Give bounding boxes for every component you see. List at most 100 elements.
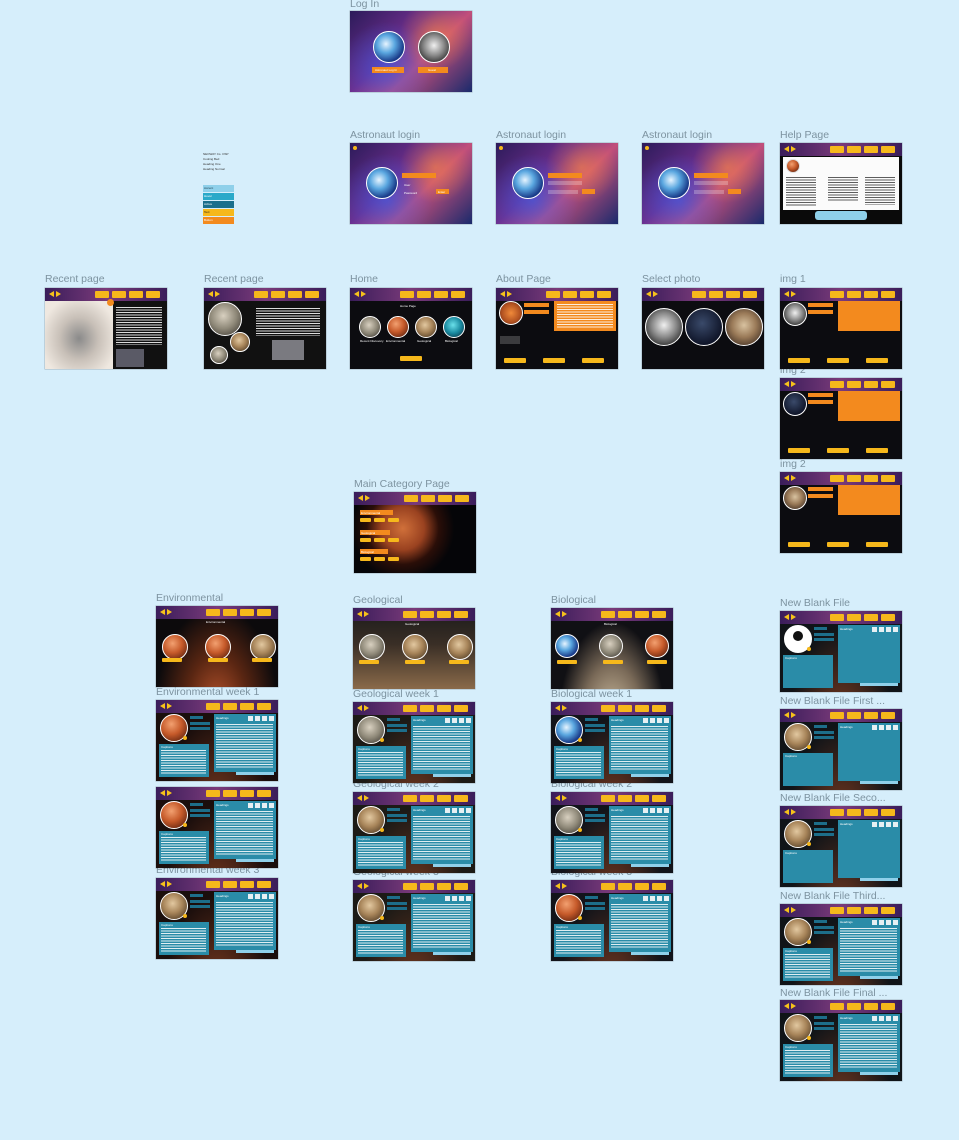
nav-button[interactable] — [847, 1003, 861, 1010]
nav-button[interactable] — [635, 795, 649, 802]
week-button[interactable] — [360, 557, 371, 561]
nav-button[interactable] — [305, 291, 319, 298]
forward-arrow-icon[interactable] — [507, 291, 512, 297]
forward-arrow-icon[interactable] — [562, 611, 567, 617]
nav-button[interactable] — [438, 495, 452, 502]
forward-arrow-icon[interactable] — [562, 795, 567, 801]
user-field[interactable] — [694, 181, 728, 185]
week-button[interactable] — [388, 518, 399, 522]
back-arrow-icon[interactable] — [160, 881, 165, 887]
nav-button[interactable] — [206, 703, 220, 710]
toolbar-icon[interactable] — [879, 822, 884, 827]
nav-button[interactable] — [830, 291, 844, 298]
headings-panel[interactable]: Headings — [214, 801, 276, 859]
add-photo-icon[interactable] — [380, 828, 384, 832]
headings-panel[interactable]: Headings — [411, 806, 473, 864]
password-field[interactable] — [694, 190, 724, 194]
toolbar-icon[interactable] — [452, 896, 457, 901]
toolbar-icon[interactable] — [459, 896, 464, 901]
frame-env-week-3[interactable]: Captions Headings — [156, 878, 278, 959]
forward-arrow-icon[interactable] — [653, 291, 658, 297]
back-arrow-icon[interactable] — [357, 795, 362, 801]
nav-button[interactable] — [437, 883, 451, 890]
nav-button[interactable] — [652, 705, 666, 712]
toolbar-icon[interactable] — [262, 716, 267, 721]
home-action-button[interactable] — [400, 356, 422, 361]
frame-home[interactable]: Home Page Recent Discovery Environmental… — [350, 288, 472, 369]
nav-button[interactable] — [881, 1003, 895, 1010]
frame-geological[interactable]: Geological — [353, 608, 475, 689]
tag-chip[interactable] — [814, 833, 834, 836]
nav-button[interactable] — [437, 795, 451, 802]
nav-button[interactable] — [400, 291, 414, 298]
nav-button[interactable] — [864, 381, 878, 388]
section-environmental[interactable]: Environmental — [360, 510, 393, 515]
toolbar-icon[interactable] — [255, 894, 260, 899]
nav-button[interactable] — [618, 611, 632, 618]
tag-chip[interactable] — [814, 1027, 834, 1030]
captions-panel[interactable]: Captions — [783, 655, 833, 688]
tag-chip[interactable] — [190, 905, 210, 908]
add-photo-icon[interactable] — [807, 940, 811, 944]
captions-panel[interactable]: Captions — [356, 924, 406, 957]
category-geological-image[interactable] — [415, 316, 437, 338]
toolbar-icon[interactable] — [255, 716, 260, 721]
back-icon[interactable] — [645, 146, 649, 150]
nav-button[interactable] — [129, 291, 143, 298]
nav-button[interactable] — [847, 291, 861, 298]
frame-main-category[interactable]: Environmental Geological Biological — [354, 492, 476, 573]
captions-panel[interactable]: Captions — [356, 836, 406, 869]
nav-button[interactable] — [635, 611, 649, 618]
add-photo-icon[interactable] — [183, 914, 187, 918]
nav-button[interactable] — [420, 611, 434, 618]
nav-button[interactable] — [743, 291, 757, 298]
nav-button[interactable] — [652, 611, 666, 618]
toolbar-icon[interactable] — [657, 808, 662, 813]
nav-button[interactable] — [403, 611, 417, 618]
save-button[interactable] — [631, 864, 669, 867]
about-button[interactable] — [543, 358, 565, 363]
nav-button[interactable] — [454, 795, 468, 802]
toolbar-icon[interactable] — [269, 716, 274, 721]
category-recent-image[interactable] — [359, 316, 381, 338]
back-arrow-icon[interactable] — [784, 146, 789, 152]
week-button[interactable] — [360, 538, 371, 542]
nav-button[interactable] — [601, 795, 615, 802]
toolbar-icon[interactable] — [879, 920, 884, 925]
captions-panel[interactable]: Captions — [159, 922, 209, 955]
toolbar-icon[interactable] — [893, 725, 898, 730]
nav-button[interactable] — [223, 881, 237, 888]
add-photo-icon[interactable] — [807, 842, 811, 846]
about-button[interactable] — [827, 358, 849, 363]
tag-chip[interactable] — [190, 814, 210, 817]
tag-chip[interactable] — [814, 926, 834, 929]
about-button[interactable] — [788, 448, 810, 453]
tag-chip[interactable] — [387, 902, 407, 905]
week-1-image[interactable] — [555, 634, 579, 658]
photo-option-astronaut[interactable] — [645, 308, 683, 346]
astronaut-planet-image[interactable] — [373, 31, 405, 63]
recent-image-small-1[interactable] — [230, 332, 250, 352]
nav-button[interactable] — [864, 1003, 878, 1010]
nav-button[interactable] — [95, 291, 109, 298]
add-photo-icon[interactable] — [807, 745, 811, 749]
toolbar-icon[interactable] — [872, 920, 877, 925]
about-button[interactable] — [827, 542, 849, 547]
save-button[interactable] — [860, 683, 898, 686]
back-icon[interactable] — [499, 146, 503, 150]
back-arrow-icon[interactable] — [784, 1003, 789, 1009]
back-arrow-icon[interactable] — [358, 495, 363, 501]
category-biological-image[interactable] — [443, 316, 465, 338]
nav-button[interactable] — [635, 883, 649, 890]
toolbar-icon[interactable] — [886, 725, 891, 730]
recent-image-small-2[interactable] — [210, 346, 228, 364]
week-2-image[interactable] — [205, 634, 231, 660]
forward-arrow-icon[interactable] — [791, 381, 796, 387]
section-biological[interactable]: Biological — [360, 549, 388, 554]
enter-button[interactable] — [582, 189, 595, 194]
user-field[interactable] — [548, 181, 582, 185]
about-button[interactable] — [866, 358, 888, 363]
nav-button[interactable] — [454, 705, 468, 712]
nav-button[interactable] — [288, 291, 302, 298]
nav-button[interactable] — [403, 795, 417, 802]
